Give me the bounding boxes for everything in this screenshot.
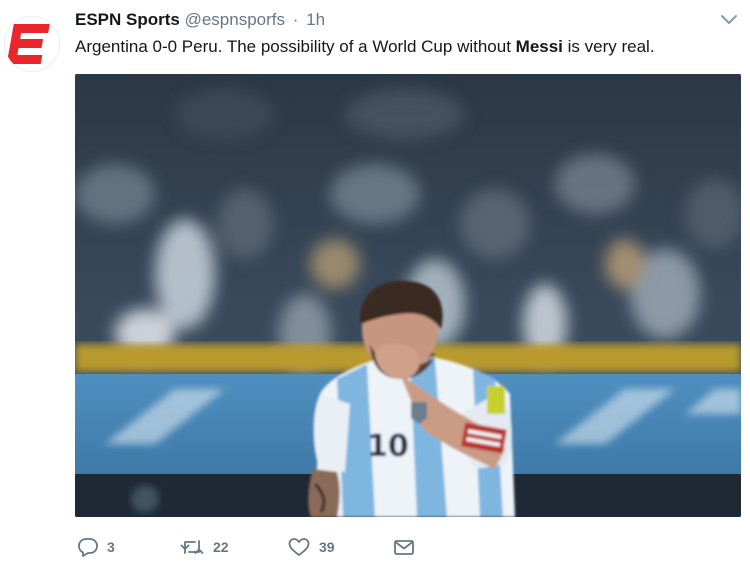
avatar[interactable]: [4, 16, 60, 72]
timestamp[interactable]: 1h: [306, 10, 325, 29]
tweet-media-image[interactable]: 10: [75, 74, 741, 517]
reply-count: 3: [107, 539, 115, 555]
like-count: 39: [319, 539, 335, 555]
retweet-count: 22: [213, 539, 229, 555]
separator-dot: ·: [292, 10, 299, 29]
chevron-down-icon: [721, 15, 737, 24]
envelope-icon: [394, 540, 414, 555]
shirt-number: 10: [367, 429, 409, 464]
photo-illustration: 10: [75, 74, 741, 517]
tweet-text-part: Argentina 0-0 Peru. The possibility of a…: [75, 37, 516, 56]
more-options-button[interactable]: [718, 12, 740, 28]
espn-logo-icon: [6, 24, 50, 64]
tweet-header: ESPN Sports @espnsporfs · 1h: [75, 9, 325, 31]
retweet-button[interactable]: 22: [179, 533, 229, 561]
display-name[interactable]: ESPN Sports: [75, 10, 180, 29]
like-button[interactable]: 39: [287, 533, 335, 561]
tweet-text: Argentina 0-0 Peru. The possibility of a…: [75, 36, 655, 58]
user-handle[interactable]: @espnsporfs: [185, 10, 285, 29]
direct-message-button[interactable]: [392, 533, 416, 561]
reply-icon: [78, 538, 98, 557]
tweet-text-bold: Messi: [515, 37, 563, 56]
tweet-text-part: is very real.: [562, 37, 655, 56]
reply-button[interactable]: 3: [77, 533, 115, 561]
tweet-actions: 3 22 39: [75, 533, 575, 561]
retweet-icon: [180, 540, 204, 554]
heart-icon: [288, 538, 310, 556]
tweet: ESPN Sports @espnsporfs · 1h Argentina 0…: [0, 0, 750, 568]
